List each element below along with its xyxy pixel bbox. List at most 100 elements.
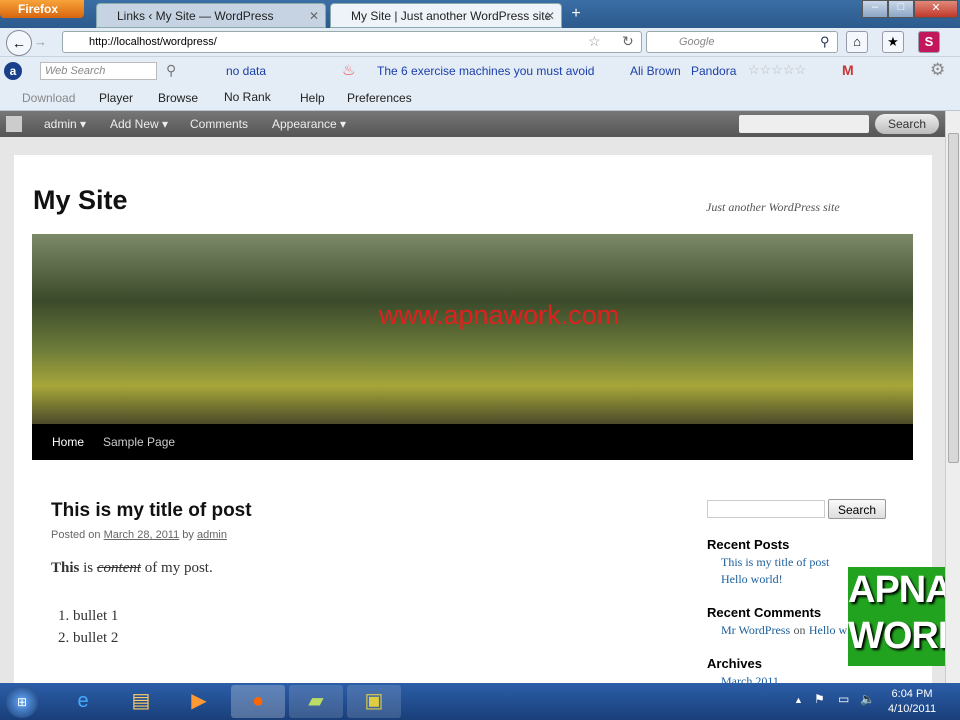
home-icon[interactable]: ⌂: [846, 31, 868, 53]
text: of my post.: [144, 560, 213, 576]
admin-search-button[interactable]: Search: [875, 114, 939, 134]
site-tagline: Just another WordPress site: [706, 200, 840, 214]
bold-text: This: [51, 560, 80, 576]
addon-s-icon[interactable]: S: [918, 31, 940, 53]
media-player-icon[interactable]: ▶: [172, 685, 226, 718]
tab-links[interactable]: Links ‹ My Site — WordPress ✕: [96, 3, 326, 28]
by-label: by: [182, 529, 194, 541]
list-item: bullet 2: [73, 627, 118, 649]
close-tab-icon[interactable]: ✕: [309, 9, 319, 23]
tab-my-site[interactable]: My Site | Just another WordPress site ✕: [330, 3, 562, 28]
forward-icon[interactable]: →: [34, 34, 47, 49]
app-task-icon[interactable]: ▰: [289, 685, 343, 718]
player-button[interactable]: Player: [99, 91, 133, 105]
comment-item: Mr WordPress on Hello w: [721, 623, 847, 638]
new-tab-button[interactable]: +: [566, 5, 586, 25]
search-icon[interactable]: ⚲: [820, 34, 830, 50]
comment-post-link[interactable]: Hello w: [809, 623, 847, 637]
post-title[interactable]: This is my title of post: [51, 500, 252, 522]
list-item: bullet 1: [73, 605, 118, 627]
close-window-icon[interactable]: ✕: [914, 0, 958, 18]
nav-home[interactable]: Home: [52, 435, 84, 449]
avatar[interactable]: [6, 116, 22, 132]
explorer-icon[interactable]: ▤: [114, 685, 168, 718]
clock-time: 6:04 PM: [891, 688, 933, 700]
fire-icon[interactable]: ♨: [342, 61, 355, 79]
add-new-menu[interactable]: Add New ▾: [110, 117, 168, 131]
tab-label: My Site | Just another WordPress site: [351, 9, 552, 23]
scrollbar-thumb[interactable]: [948, 133, 959, 463]
post-content: This is content of my post.: [51, 560, 213, 577]
appearance-menu[interactable]: Appearance ▾: [272, 117, 346, 131]
network-icon[interactable]: ▭: [838, 692, 849, 706]
post-meta: Posted on March 28, 2011 by admin: [51, 529, 227, 541]
watermark-text: www.apnawork.com: [379, 300, 620, 330]
taskbar: ⊞ e ▤ ▶ ● ▰ ▣ ▲ ⚑ ▭ 🔈 6:04 PM 4/10/2011: [0, 683, 960, 720]
recent-post-link[interactable]: Hello world!: [721, 572, 783, 587]
firefox-task-icon[interactable]: ●: [231, 685, 285, 718]
recent-comments-heading: Recent Comments: [707, 605, 822, 620]
clock[interactable]: 6:04 PM 4/10/2011: [884, 687, 940, 717]
tray-arrow-icon[interactable]: ▲: [794, 695, 803, 705]
pandora-link[interactable]: Pandora: [691, 64, 736, 78]
back-icon[interactable]: ←: [6, 30, 32, 56]
maximize-icon[interactable]: □: [888, 0, 914, 18]
reload-icon[interactable]: ↻: [622, 33, 634, 50]
admin-menu[interactable]: admin ▾: [44, 117, 86, 131]
nav-sample-page[interactable]: Sample Page: [103, 435, 175, 449]
no-data-label: no data: [226, 64, 267, 78]
apnawork-logo: APNA WORK: [848, 567, 960, 666]
firefox-menu-button[interactable]: Firefox: [0, 0, 84, 18]
recorder-task-icon[interactable]: ▣: [347, 685, 401, 718]
strike-text: content: [96, 560, 142, 576]
sidebar-search-button[interactable]: Search: [828, 499, 886, 519]
on-label: on: [793, 623, 806, 637]
search-input[interactable]: Google: [646, 31, 838, 53]
site-title[interactable]: My Site: [33, 185, 128, 216]
recent-post-link[interactable]: This is my title of post: [721, 555, 829, 570]
clock-date: 4/10/2011: [887, 703, 937, 715]
header-image: www.apnawork.com: [32, 234, 913, 424]
start-button[interactable]: ⊞: [6, 686, 38, 718]
toolbar-ask: a Web Search ⚲ no data ♨ The 6 exercise …: [0, 57, 960, 85]
archives-heading: Archives: [707, 656, 762, 671]
rating-stars-icon[interactable]: ☆☆☆☆☆: [748, 62, 806, 78]
tab-label: Links ‹ My Site — WordPress: [117, 9, 274, 23]
posted-on-label: Posted on: [51, 529, 101, 541]
wp-admin-bar: admin ▾ Add New ▾ Comments Appearance ▾ …: [0, 111, 945, 137]
sidebar-search-input[interactable]: [707, 500, 825, 518]
no-rank-button[interactable]: No Rank: [224, 90, 271, 104]
search-icon[interactable]: ⚲: [166, 62, 176, 79]
vertical-scrollbar[interactable]: [945, 111, 960, 683]
action-center-icon[interactable]: ⚑: [814, 692, 825, 706]
text: is: [83, 560, 94, 576]
comments-menu[interactable]: Comments: [190, 117, 248, 131]
gmail-icon[interactable]: M: [842, 62, 854, 78]
bookmarks-icon[interactable]: ★: [882, 31, 904, 53]
ie-icon[interactable]: e: [56, 685, 110, 718]
web-search-input[interactable]: Web Search: [40, 62, 157, 80]
browse-button[interactable]: Browse: [158, 91, 198, 105]
post-date-link[interactable]: March 28, 2011: [104, 529, 180, 541]
headline-link[interactable]: The 6 exercise machines you must avoid: [377, 64, 594, 78]
preferences-button[interactable]: Preferences: [347, 91, 412, 105]
post-author-link[interactable]: admin: [197, 529, 227, 541]
volume-icon[interactable]: 🔈: [860, 692, 875, 706]
recent-posts-heading: Recent Posts: [707, 537, 790, 552]
title-bar: Firefox Links ‹ My Site — WordPress ✕ My …: [0, 0, 960, 28]
toolbar-media: Download Player Browse No Rank Help Pref…: [0, 85, 960, 111]
navigation-bar: ← → http://localhost/wordpress/ ☆ ↻ Goog…: [0, 28, 960, 57]
ask-logo-icon: a: [4, 62, 22, 80]
url-bar[interactable]: http://localhost/wordpress/: [62, 31, 642, 53]
close-tab-icon[interactable]: ✕: [545, 9, 555, 23]
bookmark-star-icon[interactable]: ☆: [588, 33, 601, 50]
gear-icon[interactable]: ⚙: [930, 60, 945, 80]
download-button[interactable]: Download: [22, 91, 75, 105]
ali-brown-link[interactable]: Ali Brown: [630, 64, 681, 78]
help-button[interactable]: Help: [300, 91, 325, 105]
minimize-icon[interactable]: –: [862, 0, 888, 18]
post-list: bullet 1 bullet 2: [73, 605, 118, 649]
commenter-link[interactable]: Mr WordPress: [721, 623, 790, 637]
archive-link[interactable]: March 2011: [721, 674, 779, 683]
admin-search-input[interactable]: [739, 115, 869, 133]
